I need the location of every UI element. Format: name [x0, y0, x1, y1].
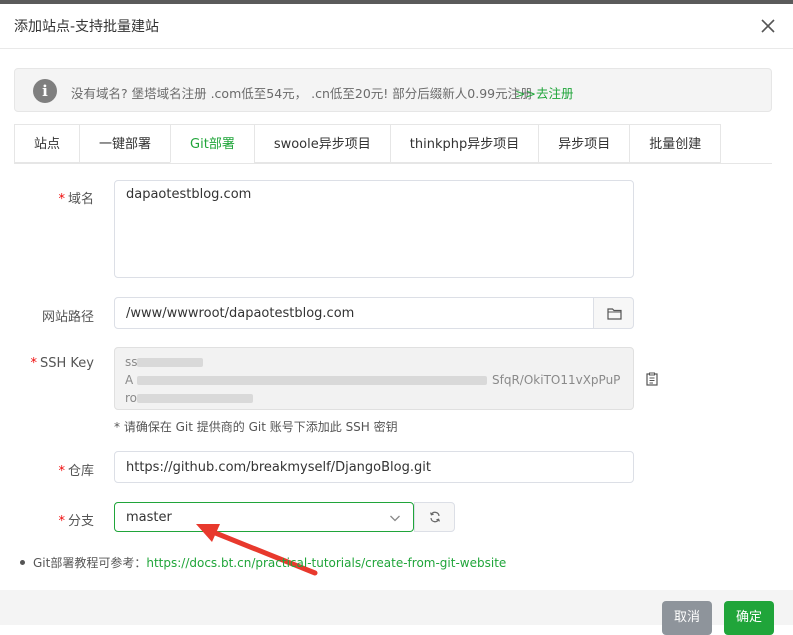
path-value: /www/wwwroot/dapaotestblog.com [126, 306, 355, 321]
domain-textarea[interactable]: dapaotestblog.com [114, 180, 634, 278]
tutorial-link[interactable]: https://docs.bt.cn/practical-tutorials/c… [146, 556, 506, 570]
path-label: 网站路径 [41, 310, 94, 325]
ssh-key-label: * SSH Key [30, 356, 94, 371]
tab-bar: 站点 一键部署 Git部署 swoole异步项目 thinkphp异步项目 异步… [14, 124, 722, 164]
copy-icon[interactable] [645, 372, 659, 386]
window-top-strip [0, 0, 793, 4]
chevron-down-icon [390, 515, 400, 522]
required-mark: * [30, 356, 38, 371]
refresh-icon [430, 511, 440, 523]
domain-label: * 域名 [58, 192, 94, 207]
tutorial-text: Git部署教程可参考： [33, 556, 147, 570]
notice-text: 没有域名? 堡塔域名注册 .com低至54元， .cn低至20元! 部分后缀新人… [71, 86, 533, 101]
repo-input[interactable]: https://github.com/breakmyself/DjangoBlo… [114, 451, 634, 483]
branch-value: master [126, 510, 172, 525]
tab-git-deploy[interactable]: Git部署 [170, 124, 254, 163]
register-link[interactable]: >>去注册 [515, 83, 573, 102]
repo-value: https://github.com/breakmyself/DjangoBlo… [126, 460, 431, 475]
tutorial-line: Git部署教程可参考：https://docs.bt.cn/practical-… [33, 554, 506, 571]
tab-swoole[interactable]: swoole异步项目 [253, 124, 390, 163]
redaction-blur [137, 376, 487, 385]
tab-thinkphp[interactable]: thinkphp异步项目 [389, 124, 539, 163]
tab-site[interactable]: 站点 [14, 124, 80, 163]
tab-one-click-deploy[interactable]: 一键部署 [79, 124, 171, 163]
tab-batch-create[interactable]: 批量创建 [629, 124, 722, 163]
ssh-key-field: ss A SfqR/OkiTO11vXpPuP ro [114, 347, 634, 410]
cancel-button[interactable]: 取消 [662, 601, 712, 635]
redaction-blur [137, 394, 253, 403]
domain-value: dapaotestblog.com [126, 187, 252, 202]
path-input[interactable]: /www/wwwroot/dapaotestblog.com [114, 297, 594, 329]
branch-label: * 分支 [58, 514, 94, 529]
redaction-blur [137, 358, 203, 367]
ssh-key-line-2-end: SfqR/OkiTO11vXpPuP [492, 373, 621, 387]
bullet [20, 560, 25, 565]
ssh-key-line-1: ss [125, 355, 138, 369]
info-icon: i [33, 79, 57, 103]
confirm-button[interactable]: 确定 [724, 601, 774, 635]
close-icon[interactable] [758, 16, 778, 36]
required-mark: * [58, 464, 65, 479]
required-mark: * [58, 192, 65, 207]
folder-icon [607, 308, 622, 320]
tab-async-project[interactable]: 异步项目 [538, 124, 630, 163]
ssh-key-line-2: A [125, 373, 134, 387]
header-divider [0, 48, 793, 49]
required-mark: * [58, 514, 65, 529]
domain-notice: i 没有域名? 堡塔域名注册 .com低至54元， .cn低至20元! 部分后缀… [14, 68, 772, 112]
repo-label: * 仓库 [58, 464, 94, 479]
ssh-key-hint: * 请确保在 Git 提供商的 Git 账号下添加此 SSH 密钥 [114, 420, 398, 434]
ssh-key-line-3: ro [125, 391, 138, 405]
browse-folder-button[interactable] [593, 297, 634, 329]
tab-underline [14, 163, 772, 164]
dialog-title: 添加站点-支持批量建站 [14, 19, 160, 35]
refresh-branches-button[interactable] [414, 502, 455, 532]
